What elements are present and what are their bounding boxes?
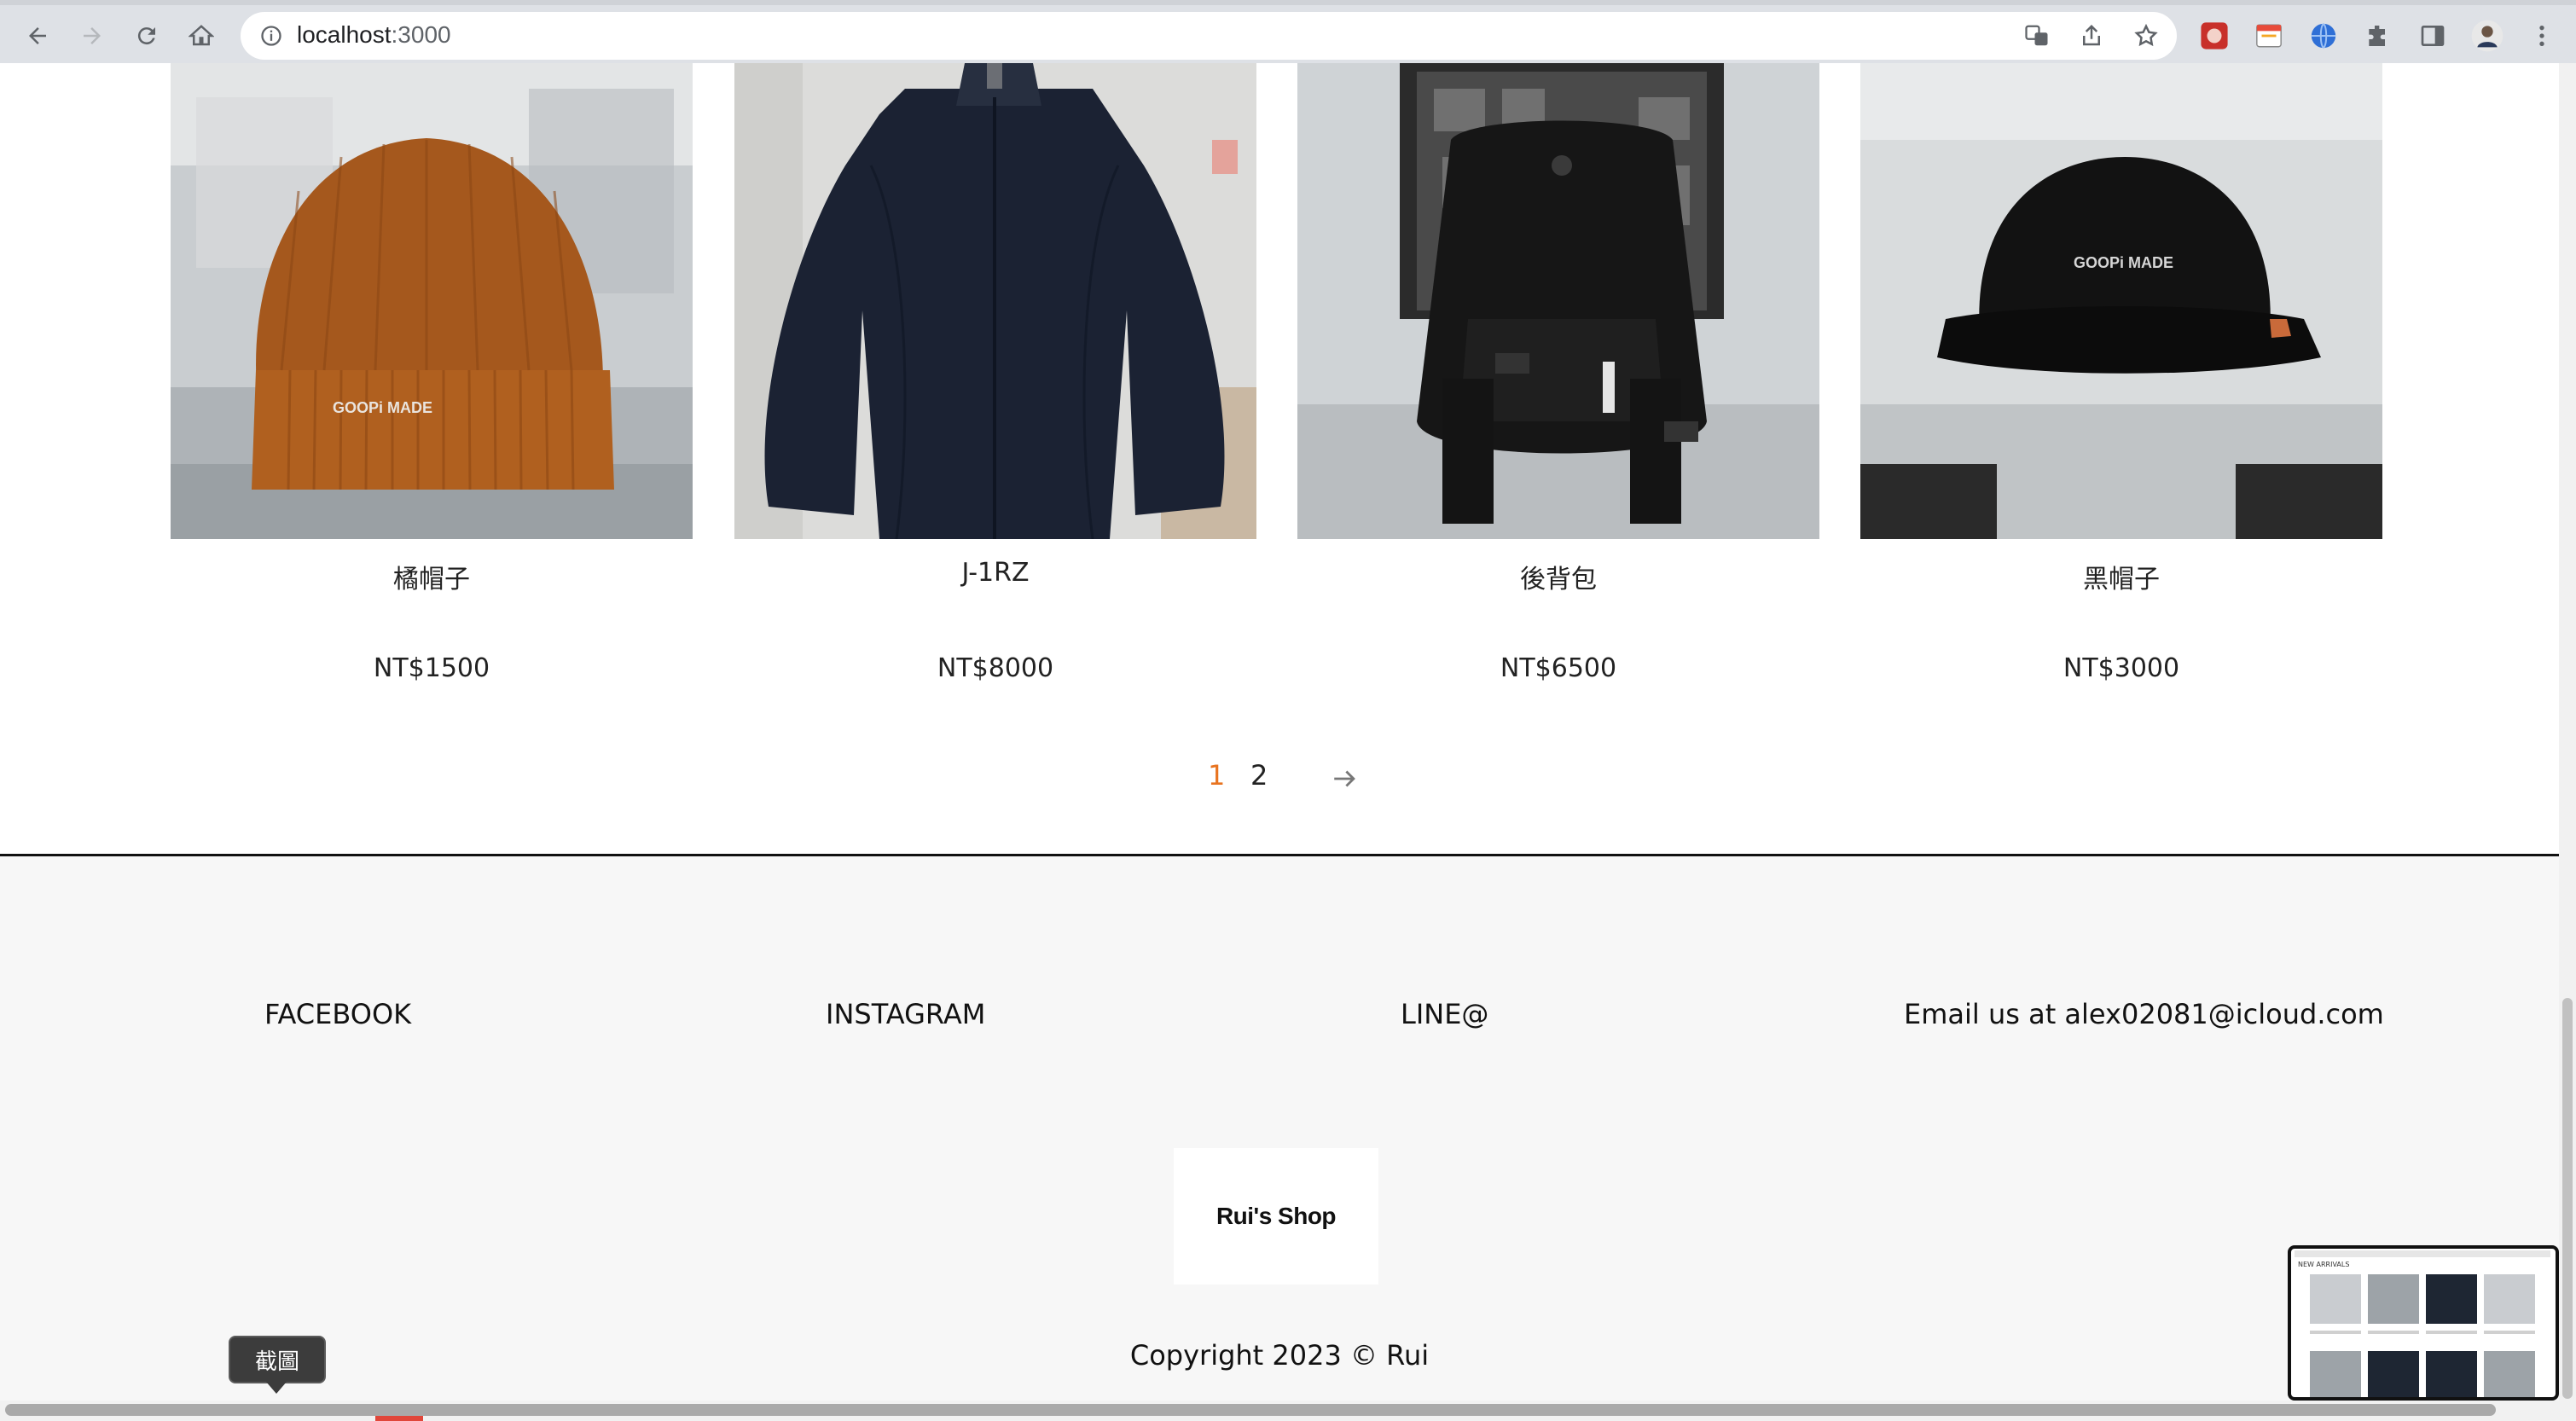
product-price: NT$3000 (2063, 653, 2180, 683)
vertical-scrollbar[interactable] (2559, 63, 2576, 1421)
page-content: GOOPi MADE 橘帽子 NT$1500 J-1RZ NT$8000 後背包… (0, 63, 2559, 1421)
url-text: localhost:3000 (297, 21, 451, 49)
forward-arrow-icon (84, 27, 101, 44)
page-1-link[interactable]: 1 (1208, 759, 1225, 792)
preview-browser-bar (2295, 1250, 2550, 1257)
preview-product-thumb (2368, 1351, 2419, 1397)
horizontal-scrollbar[interactable] (0, 1401, 2559, 1421)
back-button[interactable] (17, 15, 58, 56)
browser-menu-icon[interactable] (2525, 19, 2559, 53)
line-link[interactable]: LINE@ (1401, 998, 1488, 1030)
preview-heading: NEW ARRIVALS (2298, 1261, 2350, 1268)
beanie-logo-text: GOOPi MADE (333, 399, 432, 416)
extension-calendar-icon[interactable] (2252, 19, 2286, 53)
product-card[interactable]: GOOPi MADE 橘帽子 NT$1500 (171, 63, 693, 683)
url-host: localhost (297, 21, 392, 48)
browser-toolbar: localhost:3000 (0, 0, 2576, 63)
home-button[interactable] (181, 15, 222, 56)
product-name[interactable]: 橘帽子 (171, 558, 693, 594)
product-image-orange-beanie[interactable]: GOOPi MADE (171, 63, 693, 539)
product-name[interactable]: 黑帽子 (1860, 558, 2382, 594)
product-card[interactable]: J-1RZ NT$8000 (734, 63, 1256, 683)
shop-logo-text: Rui's Shop (1215, 1203, 1337, 1229)
translate-icon[interactable] (2022, 20, 2052, 51)
extensions-puzzle-icon[interactable] (2361, 19, 2395, 53)
horizontal-scroll-thumb[interactable] (5, 1404, 2496, 1416)
product-image-navy-jacket[interactable] (734, 63, 1256, 539)
product-name[interactable]: J-1RZ (734, 558, 1256, 592)
preview-product-thumb (2484, 1274, 2535, 1324)
preview-caption (2426, 1331, 2477, 1334)
preview-caption (2368, 1331, 2419, 1334)
forward-button[interactable] (72, 15, 113, 56)
vertical-scroll-thumb[interactable] (2562, 998, 2573, 1399)
preview-caption (2310, 1331, 2361, 1334)
screenshot-preview-thumbnail[interactable]: NEW ARRIVALS (2288, 1245, 2559, 1401)
preview-caption (2484, 1331, 2535, 1334)
url-port: :3000 (391, 21, 451, 48)
reload-icon (137, 27, 155, 45)
page-2-link[interactable]: 2 (1250, 759, 1268, 792)
product-card[interactable]: 後背包 NT$6500 (1297, 63, 1819, 683)
product-image-black-cap[interactable]: GOOPi MADE (1860, 63, 2382, 539)
screenshot-tooltip: 截圖 (229, 1336, 326, 1383)
tooltip-tail (266, 1382, 287, 1394)
extension-globe-icon[interactable] (2306, 19, 2341, 53)
share-icon[interactable] (2076, 20, 2107, 51)
email-link[interactable]: Email us at alex02081@icloud.com (1904, 998, 2384, 1030)
preview-product-thumb (2310, 1351, 2361, 1397)
product-image-black-backpack[interactable] (1297, 63, 1819, 539)
shop-logo[interactable]: Rui's Shop (1174, 1148, 1378, 1285)
bookmark-star-icon[interactable] (2131, 20, 2161, 51)
back-arrow-icon (29, 27, 46, 44)
product-name[interactable]: 後背包 (1297, 558, 1819, 594)
preview-product-thumb (2484, 1351, 2535, 1397)
product-price: NT$1500 (373, 653, 490, 683)
product-price: NT$6500 (1500, 653, 1617, 683)
preview-product-thumb (2368, 1274, 2419, 1324)
preview-product-thumb (2426, 1351, 2477, 1397)
preview-product-thumb (2426, 1274, 2477, 1324)
footer: FACEBOOK INSTAGRAM LINE@ Email us at ale… (0, 856, 2559, 1421)
cap-logo-text: GOOPi MADE (2074, 254, 2173, 271)
product-card[interactable]: GOOPi MADE 黑帽子 NT$3000 (1860, 63, 2382, 683)
side-panel-icon[interactable] (2416, 19, 2450, 53)
facebook-link[interactable]: FACEBOOK (264, 998, 411, 1030)
home-icon (189, 25, 214, 46)
reload-button[interactable] (126, 15, 167, 56)
instagram-link[interactable]: INSTAGRAM (826, 998, 985, 1030)
address-bar[interactable]: localhost:3000 (241, 12, 2177, 60)
profile-avatar[interactable] (2470, 19, 2504, 53)
pagination: 1 2 (0, 759, 2559, 802)
site-info-icon[interactable] (256, 20, 287, 51)
copyright-text: Copyright 2023 © Rui (1129, 1339, 1430, 1372)
product-price: NT$8000 (937, 653, 1054, 683)
extension-red-icon[interactable] (2197, 19, 2231, 53)
next-page-arrow-icon[interactable] (1331, 756, 1360, 802)
preview-product-thumb (2310, 1274, 2361, 1324)
